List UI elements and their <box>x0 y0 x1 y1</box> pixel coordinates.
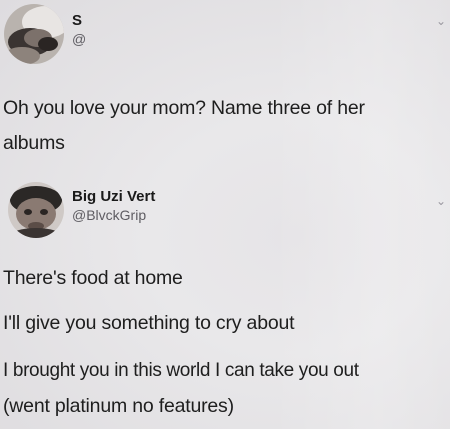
tweet-1-text-line-1: Oh you love your mom? Name three of her <box>3 97 365 119</box>
avatar-image <box>4 4 64 64</box>
avatar[interactable] <box>8 182 64 238</box>
chevron-down-icon[interactable]: ⌄ <box>436 14 446 28</box>
chevron-down-icon[interactable]: ⌄ <box>436 194 446 208</box>
tweet-2-line-3: I brought you in this world I can take y… <box>3 360 359 381</box>
display-name[interactable]: Big Uzi Vert <box>72 188 155 206</box>
tweet-1-header: S @ <box>4 4 86 64</box>
tweet-2-line-1: There's food at home <box>3 267 183 289</box>
handle[interactable]: @BlvckGrip <box>72 206 155 224</box>
tweet-2-line-2: I'll give you something to cry about <box>3 312 295 334</box>
tweet-2-line-4: (went platinum no features) <box>3 395 234 417</box>
avatar-image <box>8 182 64 238</box>
display-name[interactable]: S <box>72 12 86 30</box>
handle[interactable]: @ <box>72 30 86 48</box>
tweet-1-text-line-2: albums <box>3 132 65 154</box>
tweet-2-header: Big Uzi Vert @BlvckGrip <box>8 182 155 238</box>
avatar[interactable] <box>4 4 64 64</box>
